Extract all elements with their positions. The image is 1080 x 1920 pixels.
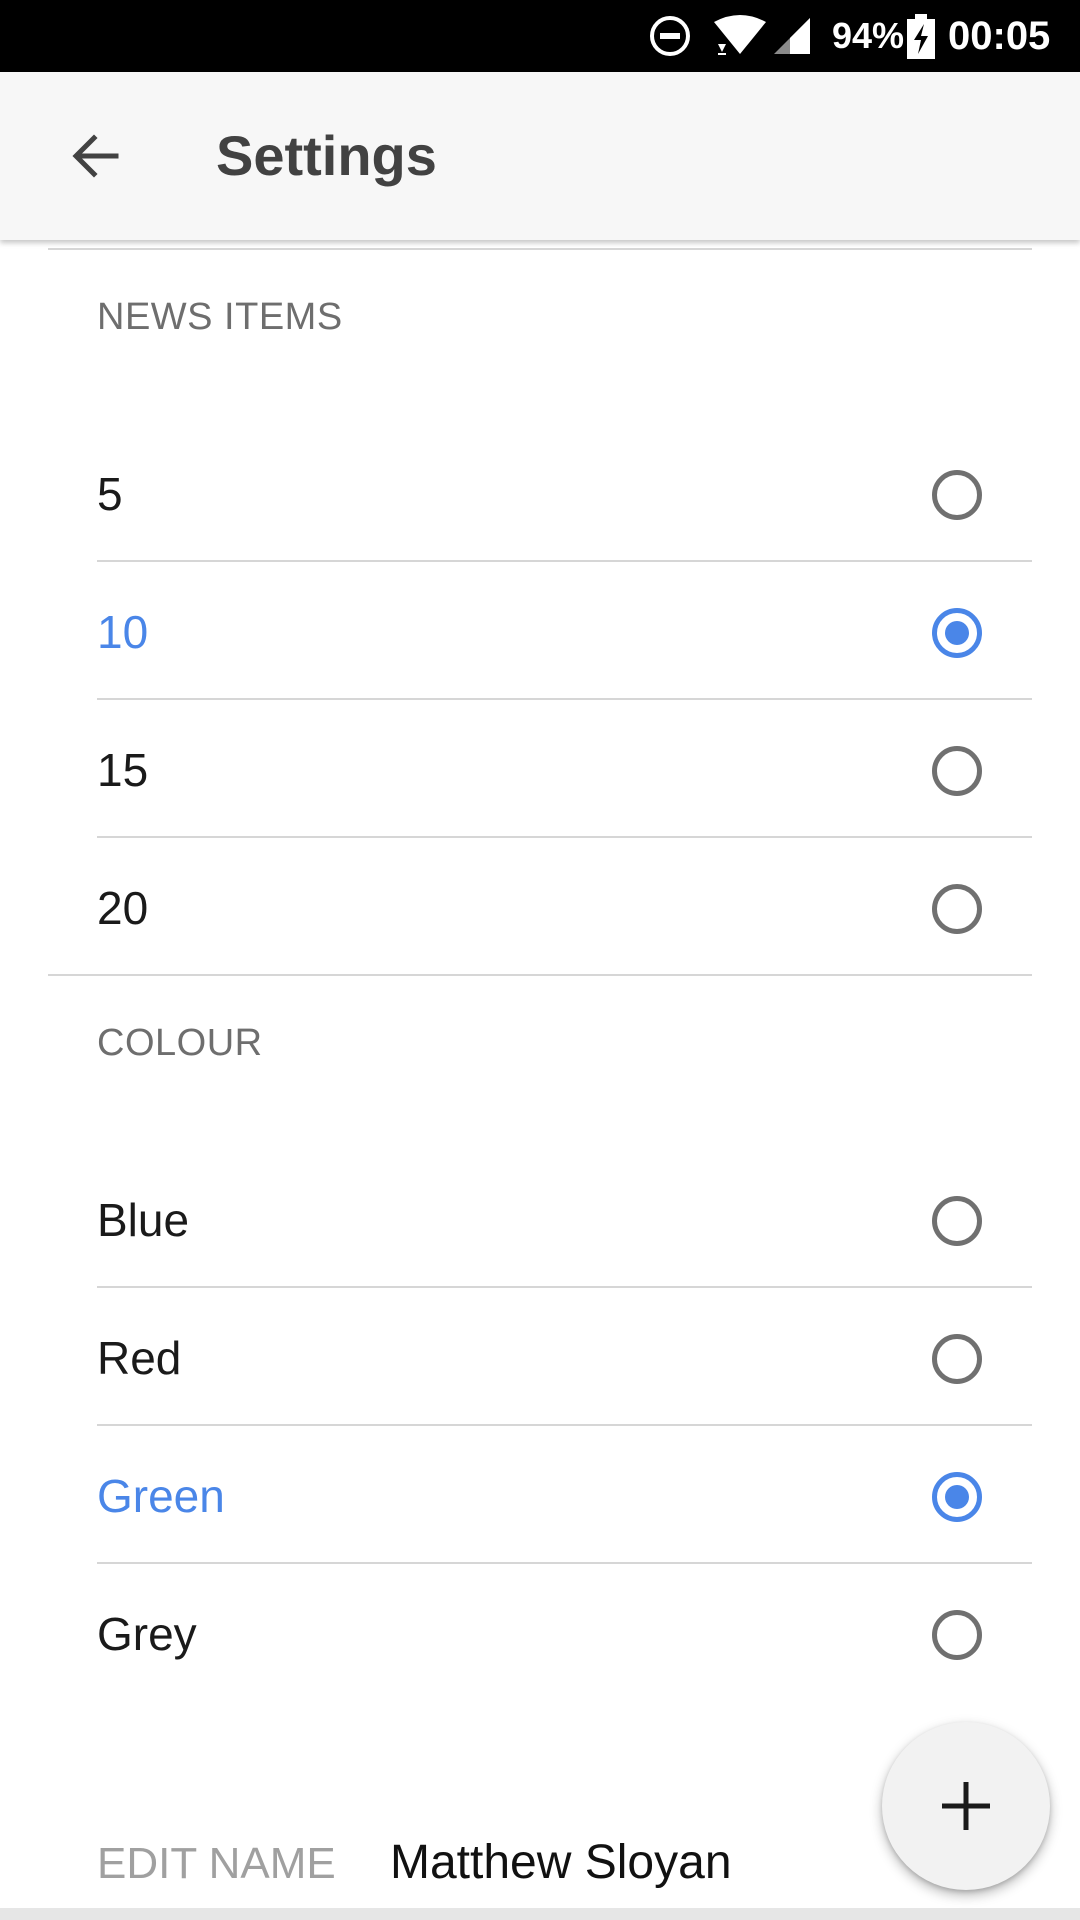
- add-fab-button[interactable]: [882, 1722, 1050, 1890]
- do-not-disturb-icon: [650, 16, 690, 56]
- divider: [97, 698, 1032, 700]
- option-label: 20: [97, 882, 149, 934]
- section-header-colour: COLOUR: [97, 1022, 263, 1064]
- divider: [97, 1424, 1032, 1426]
- divider: [48, 248, 1032, 250]
- battery-charging-icon: [907, 14, 935, 59]
- radio-button[interactable]: [932, 1334, 982, 1384]
- colour-option-red[interactable]: Red: [97, 1290, 1032, 1426]
- divider: [97, 1286, 1032, 1288]
- option-label: 5: [97, 468, 123, 520]
- status-time: 00:05: [948, 14, 1051, 58]
- news-items-option-10[interactable]: 10: [97, 564, 1032, 700]
- back-button[interactable]: [56, 116, 136, 196]
- option-label: 15: [97, 744, 149, 796]
- page-title: Settings: [216, 124, 437, 187]
- bottom-edge: [0, 1908, 1080, 1920]
- divider: [97, 1562, 1032, 1564]
- colour-option-blue[interactable]: Blue: [97, 1152, 1032, 1288]
- arrow-back-icon: [72, 134, 119, 178]
- option-label: 10: [97, 606, 149, 658]
- option-label: Blue: [97, 1194, 190, 1246]
- status-bar: 94% 00:05: [0, 0, 1080, 72]
- battery-percentage: 94%: [832, 15, 905, 56]
- radio-button[interactable]: [932, 1196, 982, 1246]
- radio-button-selected[interactable]: [932, 1472, 982, 1522]
- divider: [97, 836, 1032, 838]
- plus-icon: [942, 1782, 990, 1830]
- cell-signal-icon: [774, 18, 810, 54]
- section-divider: [48, 974, 1032, 976]
- radio-button-selected[interactable]: [932, 608, 982, 658]
- colour-option-green[interactable]: Green: [97, 1428, 1032, 1564]
- colour-option-grey[interactable]: Grey: [97, 1566, 1032, 1702]
- divider: [97, 560, 1032, 562]
- edit-name-input[interactable]: [390, 1830, 850, 1896]
- wifi-icon: [714, 15, 766, 55]
- option-label: Green: [97, 1470, 225, 1522]
- news-items-option-15[interactable]: 15: [97, 702, 1032, 838]
- radio-button[interactable]: [932, 470, 982, 520]
- news-items-option-20[interactable]: 20: [97, 840, 1032, 976]
- radio-button[interactable]: [932, 746, 982, 796]
- edit-name-label: EDIT NAME: [97, 1839, 336, 1888]
- option-label: Red: [97, 1332, 182, 1384]
- section-header-news-items: NEWS ITEMS: [97, 296, 343, 338]
- news-items-option-5[interactable]: 5: [97, 426, 1032, 562]
- radio-button[interactable]: [932, 884, 982, 934]
- radio-button[interactable]: [932, 1610, 982, 1660]
- app-bar: Settings: [0, 72, 1080, 240]
- option-label: Grey: [97, 1608, 197, 1660]
